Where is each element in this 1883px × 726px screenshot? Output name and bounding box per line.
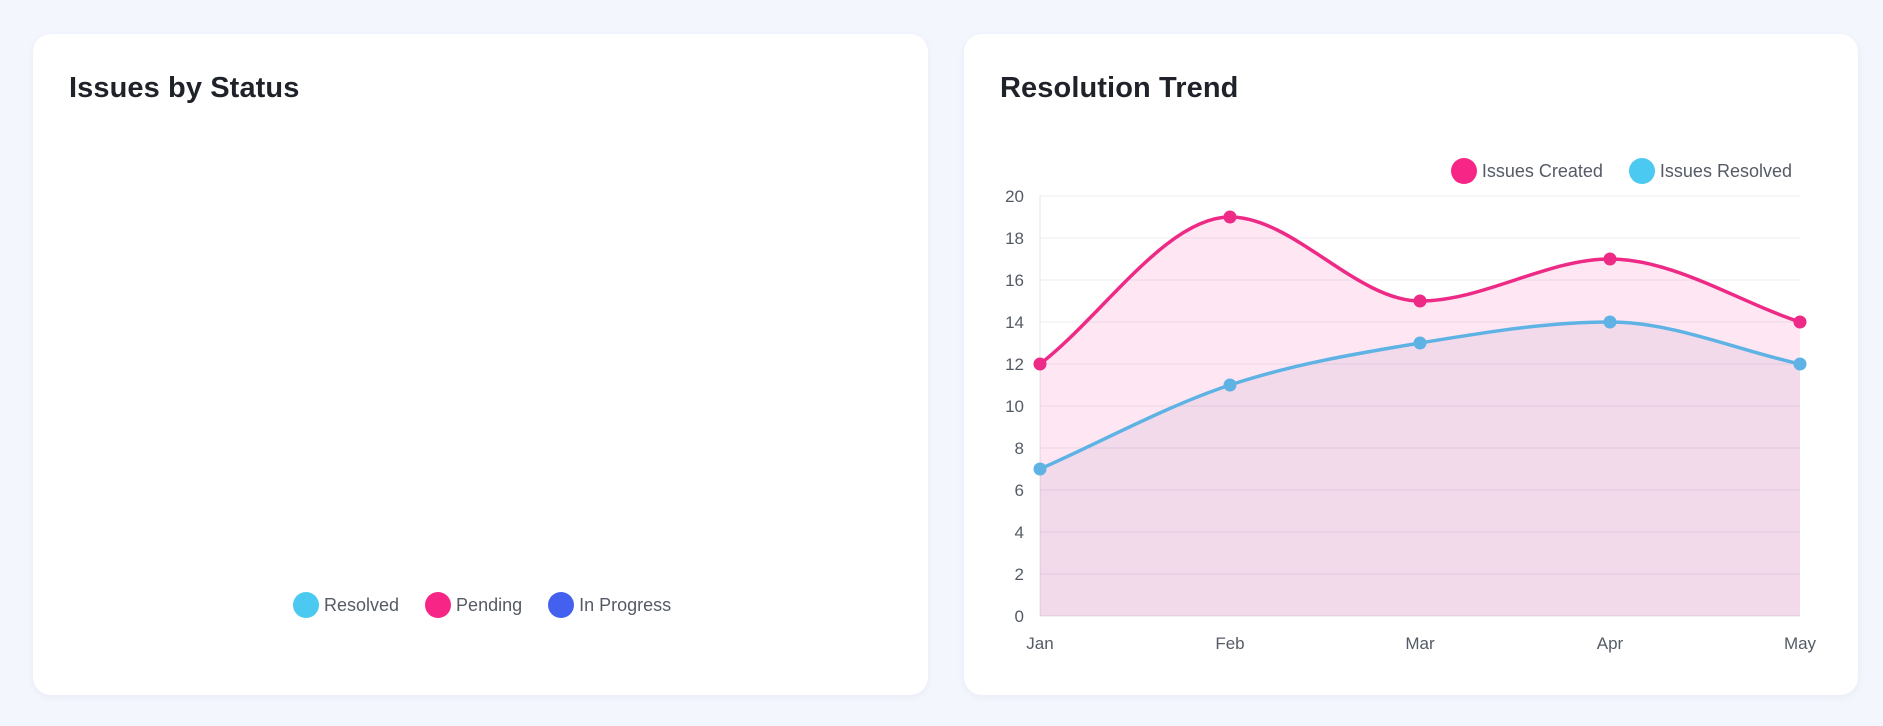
legend-swatch-1 [1628, 158, 1655, 184]
legend-label-in-progress: In Progress [579, 594, 672, 615]
trend-card: Resolution Trend 0 2 4 6 8 10 12 14 16 18 20 Jan Feb… [964, 34, 1858, 695]
x-tick-label: May [1784, 634, 1817, 653]
status-card: Issues by Status Resolved Pending In Pro… [33, 34, 928, 695]
legend-swatch-in-progress [548, 592, 575, 618]
legend-label-pending: Pending [456, 594, 523, 615]
legend-label-1: Issues Resolved [1659, 160, 1792, 181]
legend-label-resolved: Resolved [324, 594, 400, 615]
y-tick-label: 16 [1005, 271, 1024, 290]
series-point-0 [1223, 210, 1237, 224]
trend-chart: 0 2 4 6 8 10 12 14 16 18 20 Jan Feb Mar Apr May [1005, 187, 1817, 653]
legend-label-0: Issues Created [1481, 160, 1603, 181]
x-tick-label: Apr [1597, 634, 1624, 653]
y-tick-label: 10 [1005, 397, 1024, 416]
y-tick-label: 20 [1005, 187, 1024, 206]
legend-item-in-progress[interactable]: In Progress [548, 592, 671, 618]
y-tick-label: 8 [1015, 439, 1024, 458]
y-tick-label: 18 [1005, 229, 1024, 248]
series-point-0 [1793, 315, 1807, 329]
legend-swatch-resolved [293, 592, 319, 618]
series-point-1 [1033, 462, 1047, 476]
legend-item-resolved[interactable]: Resolved [293, 592, 399, 618]
x-tick-label: Feb [1215, 634, 1244, 653]
x-tick-label: Jan [1026, 634, 1053, 653]
trend-legend: Issues Created Issues Resolved [1450, 158, 1792, 184]
series-point-1 [1223, 378, 1237, 392]
y-tick-label: 4 [1015, 523, 1024, 542]
status-card-title: Issues by Status [69, 72, 300, 104]
y-tick-label: 12 [1005, 355, 1024, 374]
series-point-1 [1413, 336, 1427, 350]
x-tick-label: Mar [1405, 634, 1435, 653]
legend-item-1[interactable]: Issues Resolved [1628, 158, 1792, 184]
series-point-1 [1603, 315, 1617, 329]
legend-item-pending[interactable]: Pending [425, 592, 522, 618]
series-point-0 [1033, 357, 1047, 371]
y-tick-label: 6 [1015, 481, 1024, 500]
series-point-0 [1413, 294, 1427, 308]
y-tick-label: 2 [1015, 565, 1024, 584]
legend-swatch-pending [425, 592, 452, 618]
y-tick-label: 0 [1015, 607, 1024, 626]
legend-item-0[interactable]: Issues Created [1450, 158, 1603, 184]
y-tick-label: 14 [1005, 313, 1024, 332]
series-point-1 [1793, 357, 1807, 371]
series-point-0 [1603, 252, 1617, 266]
legend-swatch-0 [1450, 158, 1477, 184]
status-legend: Resolved Pending In Progress [293, 592, 671, 618]
